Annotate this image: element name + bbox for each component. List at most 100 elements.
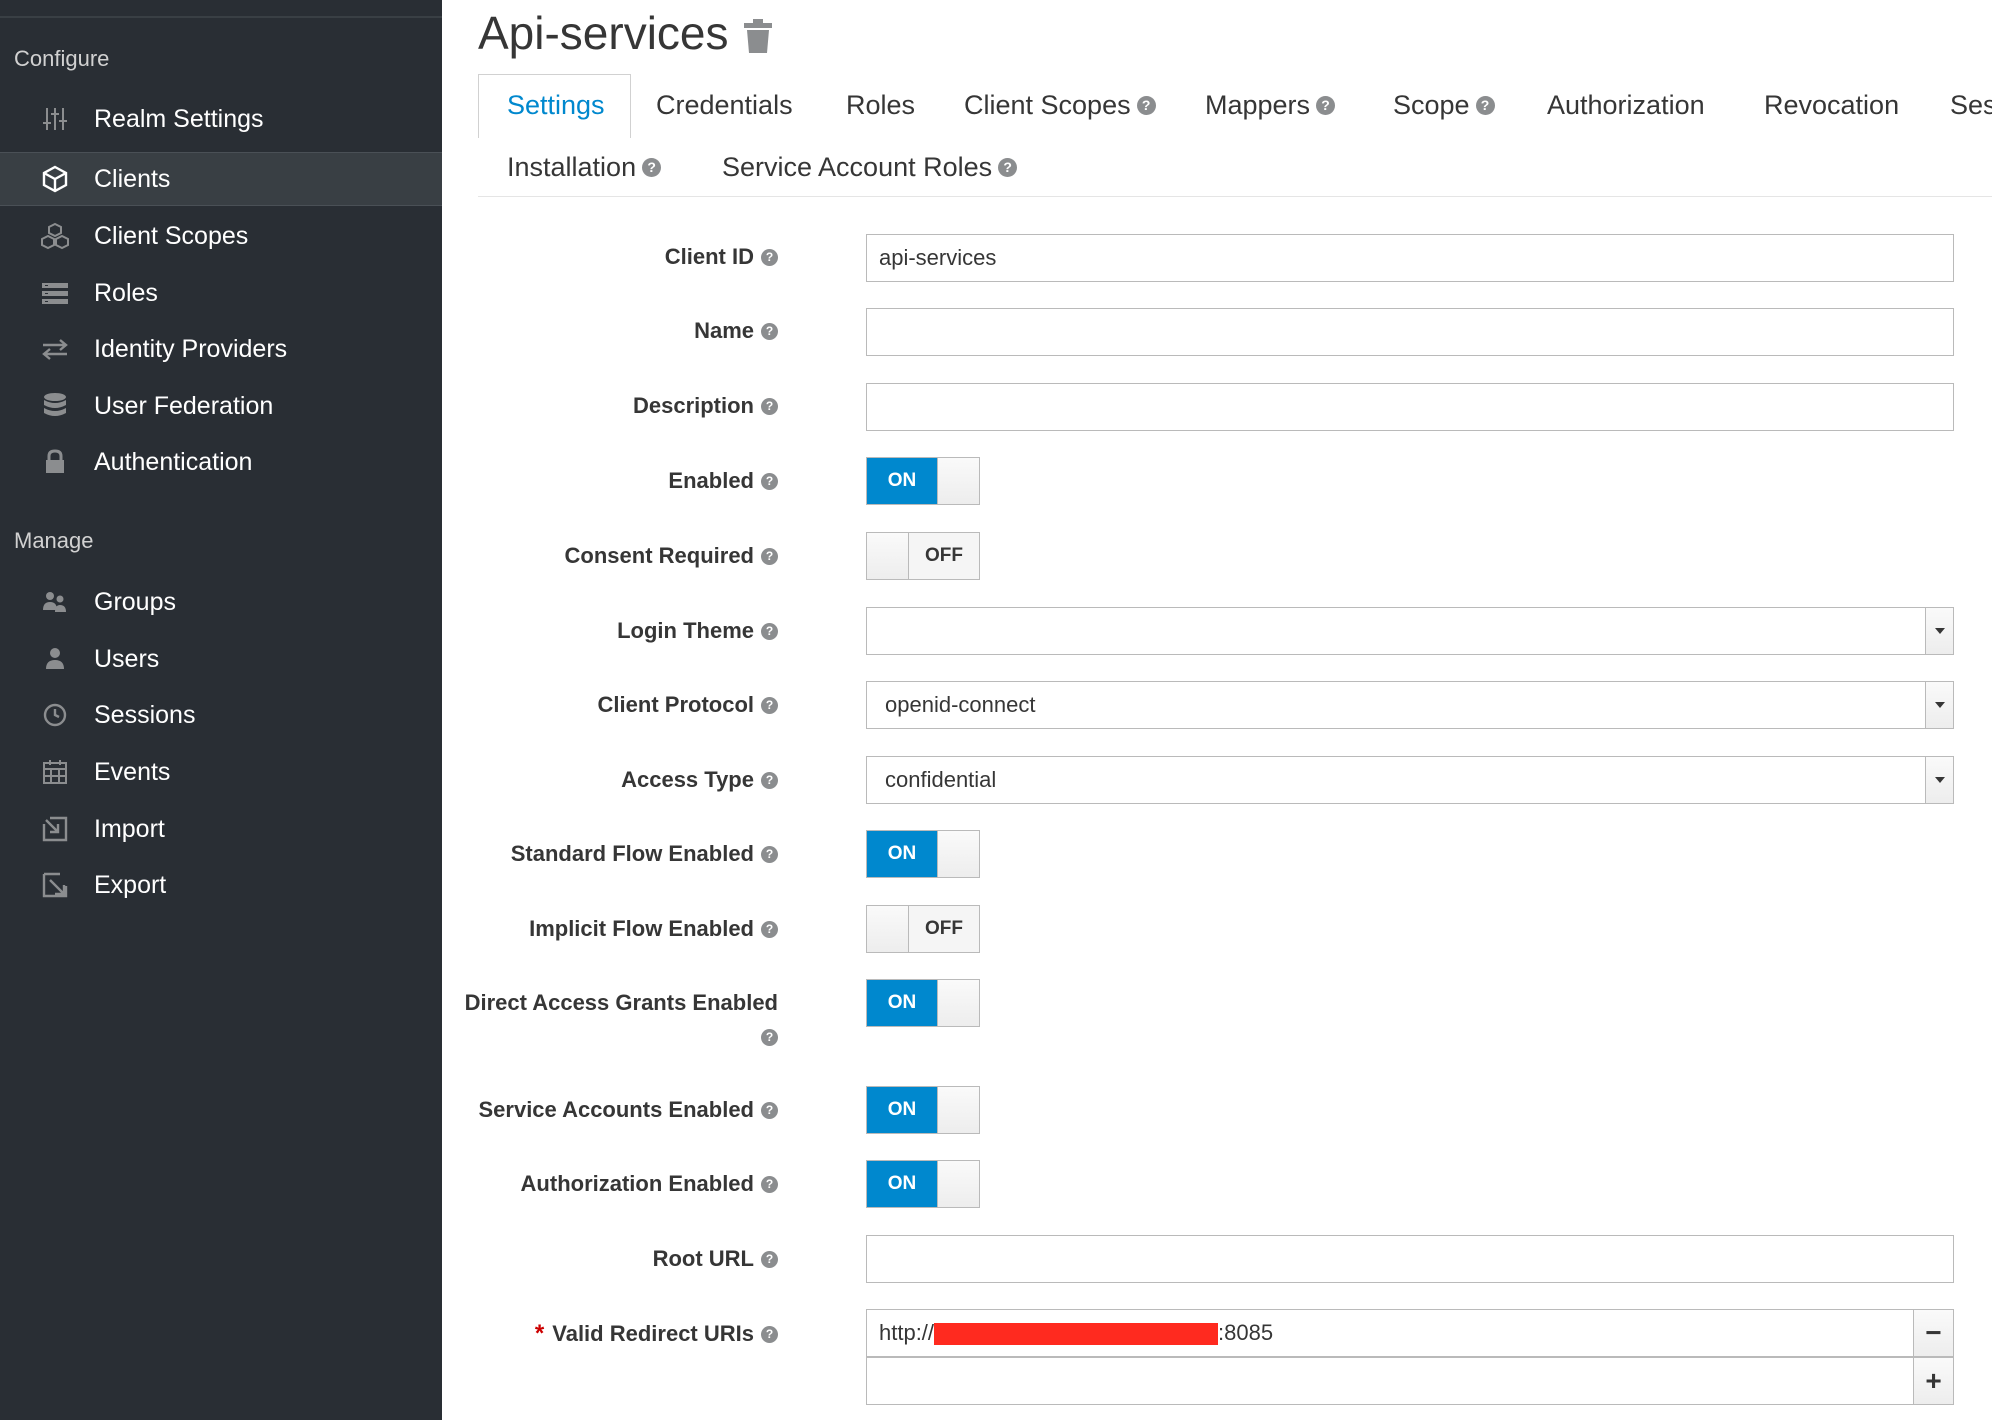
sidebar-item-client-scopes[interactable]: Client Scopes: [0, 209, 442, 263]
chevron-down-icon[interactable]: [1925, 682, 1953, 728]
toggle-handle: [937, 980, 979, 1026]
sidebar-item-events[interactable]: Events: [0, 745, 442, 799]
import-icon: [38, 814, 72, 844]
login-theme-label: Login Theme?: [617, 618, 778, 644]
tab-roles[interactable]: Roles: [846, 90, 915, 121]
tab-label: Scope: [1393, 90, 1470, 120]
sidebar-item-users[interactable]: Users: [0, 632, 442, 686]
access-type-select[interactable]: confidential: [866, 756, 1954, 804]
tabs-divider: [478, 196, 1992, 197]
tab-settings[interactable]: Settings: [507, 90, 605, 121]
help-icon[interactable]: ?: [761, 248, 778, 266]
sidebar-item-label: Sessions: [94, 700, 196, 729]
help-icon[interactable]: ?: [761, 322, 778, 340]
tab-credentials[interactable]: Credentials: [656, 90, 793, 121]
tab-label: Installation: [507, 152, 637, 182]
help-icon[interactable]: ?: [761, 1029, 778, 1046]
tab-label: Mappers: [1205, 90, 1311, 120]
user-icon: [38, 644, 72, 674]
help-icon[interactable]: ?: [761, 547, 778, 565]
tab-mappers[interactable]: Mappers?: [1205, 90, 1336, 121]
direct-access-label: Direct Access Grants Enabled: [465, 990, 778, 1016]
tab-installation[interactable]: Installation?: [507, 152, 662, 183]
sidebar-item-roles[interactable]: Roles: [0, 266, 442, 320]
description-input[interactable]: [866, 383, 1954, 431]
service-accounts-toggle[interactable]: ON: [866, 1086, 980, 1134]
name-input[interactable]: [866, 308, 1954, 356]
sidebar-item-sessions[interactable]: Sessions: [0, 688, 442, 742]
help-icon[interactable]: ?: [1316, 96, 1336, 115]
sidebar-item-realm-settings[interactable]: Realm Settings: [0, 92, 442, 146]
help-icon[interactable]: ?: [761, 1101, 778, 1119]
tab-label: Client Scopes: [964, 90, 1131, 120]
help-icon[interactable]: ?: [761, 1175, 778, 1193]
tab-authorization[interactable]: Authorization: [1547, 90, 1705, 121]
sidebar-item-import[interactable]: Import: [0, 802, 442, 856]
standard-flow-label: Standard Flow Enabled?: [511, 841, 778, 867]
sidebar-item-clients[interactable]: Clients: [0, 152, 442, 206]
root-url-label: Root URL?: [653, 1246, 778, 1272]
trash-icon[interactable]: [742, 18, 774, 54]
toggle-state: ON: [867, 980, 937, 1026]
field-label-text: Description: [632, 393, 754, 418]
enabled-toggle[interactable]: ON: [866, 457, 980, 505]
help-icon[interactable]: ?: [761, 472, 778, 490]
help-icon[interactable]: ?: [761, 920, 778, 938]
sidebar-item-label: Groups: [94, 587, 176, 616]
sidebar-item-user-federation[interactable]: User Federation: [0, 379, 442, 433]
help-icon[interactable]: ?: [761, 845, 778, 863]
tab-label: Credentials: [656, 90, 793, 120]
list-icon: [38, 278, 72, 308]
sidebar-item-label: Roles: [94, 278, 158, 307]
tab-revocation[interactable]: Revocation: [1764, 90, 1899, 121]
uri-prefix: http://: [879, 1320, 935, 1345]
standard-flow-toggle[interactable]: ON: [866, 830, 980, 878]
help-icon[interactable]: ?: [761, 397, 778, 415]
field-label-text: Standard Flow Enabled: [510, 841, 754, 866]
sidebar-item-label: Realm Settings: [94, 104, 264, 133]
help-icon[interactable]: ?: [1136, 96, 1156, 115]
client-protocol-select[interactable]: openid-connect: [866, 681, 1954, 729]
sidebar-top-divider: [0, 16, 442, 18]
tab-service-account-roles[interactable]: Service Account Roles?: [722, 152, 1018, 183]
toggle-handle: [937, 1161, 979, 1207]
main-content: Api-services Settings Credentials Roles …: [442, 0, 1992, 1420]
tab-sessions[interactable]: Ses: [1950, 90, 1992, 121]
help-icon[interactable]: ?: [761, 622, 778, 640]
sidebar-item-authentication[interactable]: Authentication: [0, 435, 442, 489]
sidebar-item-identity-providers[interactable]: Identity Providers: [0, 322, 442, 376]
export-icon: [38, 870, 72, 900]
chevron-down-icon[interactable]: [1925, 757, 1953, 803]
help-icon[interactable]: ?: [998, 158, 1018, 177]
tab-scope[interactable]: Scope?: [1393, 90, 1495, 121]
toggle-state: OFF: [909, 906, 979, 952]
new-redirect-uri-input[interactable]: [866, 1357, 1914, 1405]
add-uri-button[interactable]: +: [1913, 1357, 1954, 1405]
sidebar-item-groups[interactable]: Groups: [0, 575, 442, 629]
toggle-handle: [867, 906, 909, 952]
consent-required-toggle[interactable]: OFF: [866, 532, 980, 580]
sidebar-item-label: Export: [94, 870, 167, 899]
direct-access-toggle[interactable]: ON: [866, 979, 980, 1027]
remove-uri-button[interactable]: −: [1913, 1309, 1954, 1357]
help-icon[interactable]: ?: [761, 1250, 778, 1268]
login-theme-select[interactable]: [866, 607, 1954, 655]
help-icon[interactable]: ?: [1475, 96, 1495, 115]
implicit-flow-toggle[interactable]: OFF: [866, 905, 980, 953]
field-label-text: Service Accounts Enabled: [478, 1097, 754, 1122]
help-icon[interactable]: ?: [761, 1325, 778, 1343]
field-label-text: Access Type: [621, 767, 754, 792]
chevron-down-icon[interactable]: [1925, 608, 1953, 654]
toggle-state: ON: [867, 458, 937, 504]
root-url-input[interactable]: [866, 1235, 1954, 1283]
tab-client-scopes[interactable]: Client Scopes?: [964, 90, 1156, 121]
help-icon[interactable]: ?: [761, 771, 778, 789]
client-id-input[interactable]: api-services: [866, 234, 1954, 282]
help-icon[interactable]: ?: [761, 696, 778, 714]
redirect-uri-input[interactable]: http://:8085: [866, 1309, 1914, 1357]
toggle-handle: [867, 533, 909, 579]
sidebar-item-export[interactable]: Export: [0, 858, 442, 912]
authorization-toggle[interactable]: ON: [866, 1160, 980, 1208]
tab-label: Roles: [846, 90, 916, 120]
help-icon[interactable]: ?: [642, 158, 662, 177]
